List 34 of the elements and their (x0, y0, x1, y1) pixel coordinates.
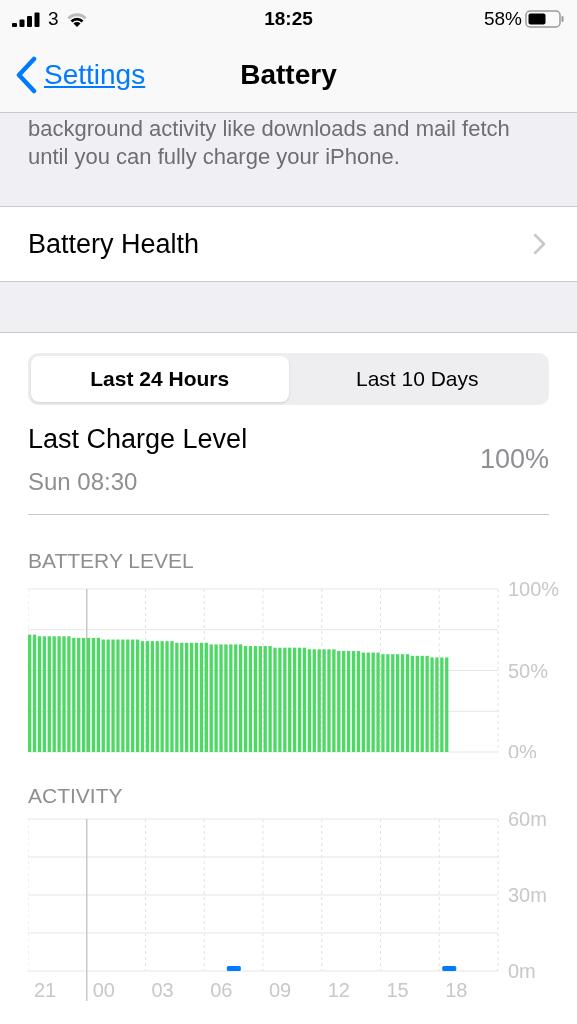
segment-tab[interactable]: Last 24 Hours (31, 356, 289, 402)
description-text: background activity like downloads and mail fetch until you can fully charge your iPhone. (28, 115, 511, 171)
axis-label: 0m (508, 960, 536, 982)
clock: 18:25 (264, 6, 313, 31)
wifi-icon (64, 10, 89, 28)
chart-title: BATTERY LEVEL (28, 548, 195, 574)
activity-bar (226, 965, 241, 971)
back-button[interactable]: Settings (0, 54, 146, 96)
segment-tab[interactable]: Last 10 Days (288, 356, 546, 402)
chevron-right-icon (533, 233, 547, 255)
page-title: Battery (240, 58, 337, 92)
axis-label: 09 (269, 979, 292, 1001)
axis-label: 03 (151, 979, 174, 1001)
last-charge-time: Sun 08:30 (28, 466, 139, 497)
axis-label: 12 (327, 979, 350, 1001)
activity-bar (442, 965, 457, 971)
axis-label: 15 (386, 979, 409, 1001)
axis-label: 21 (34, 979, 57, 1001)
axis-label: 18 (445, 979, 468, 1001)
signal-icon (12, 11, 42, 27)
last-charge-value: 100% (479, 443, 549, 477)
back-chevron-icon (14, 56, 38, 94)
axis-label: 50% (508, 659, 549, 681)
axis-label: 60m (508, 811, 547, 830)
battery-icon (525, 9, 565, 29)
axis-label: 30m (508, 884, 547, 906)
chart-title: ACTIVITY (28, 782, 124, 809)
axis-label: 06 (210, 979, 233, 1001)
battery-health-row[interactable]: Battery Health (0, 206, 577, 282)
last-charge-label: Last Charge Level (28, 423, 248, 457)
carrier-label: 3 (48, 6, 59, 31)
axis-label: 100% (508, 577, 560, 600)
battery-percent: 58% (483, 6, 522, 31)
axis-label: 00 (92, 979, 115, 1001)
